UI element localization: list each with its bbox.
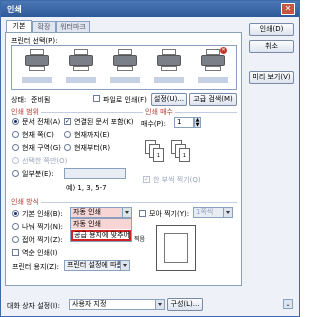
range-selected-radio[interactable] (12, 157, 19, 164)
range-up-to-current-radio[interactable] (64, 131, 71, 138)
tab-extended[interactable]: 확장 (32, 21, 56, 32)
collapse-chevron-icon[interactable]: ⌄ (283, 299, 293, 309)
printer-item[interactable] (110, 46, 140, 83)
advanced-search-button[interactable]: 고급 검색(M) (189, 93, 237, 106)
printer-item[interactable] (22, 46, 52, 83)
print-dialog: 인쇄 ✕ 기본 확장 워터마크 인쇄(D) 취소 미리 보기(V) 프린터 선택… (0, 0, 300, 317)
collate-checkbox[interactable]: ✓ (143, 176, 150, 183)
collate-label: 한 부씩 찍기(Q) (153, 176, 201, 184)
printer-list[interactable]: ✕ (11, 45, 237, 90)
dialog-settings-select[interactable]: 사용자 지정 (69, 299, 165, 310)
range-all-radio[interactable] (12, 118, 19, 125)
divider (11, 202, 237, 203)
print-range-title: 인쇄 범위 (11, 107, 41, 117)
include-linked-label: 연결된 문서 포함(K) (74, 118, 134, 126)
paper-select[interactable]: 프린터 설정에 따름 (64, 260, 130, 271)
include-linked-checkbox[interactable]: ✓ (64, 118, 71, 125)
reverse-print-checkbox[interactable] (12, 249, 19, 256)
range-section-radio[interactable] (12, 144, 19, 151)
range-partial-radio[interactable] (12, 170, 19, 177)
status-label: 상태: (11, 96, 27, 104)
fold-print-radio[interactable] (12, 236, 19, 243)
range-current-page-label: 현재 쪽(C) (22, 131, 54, 139)
chevron-down-icon (123, 264, 127, 267)
configure-button[interactable]: 구성(L)... (167, 298, 203, 311)
range-selected-label: 선택한 쪽만(O) (22, 157, 68, 165)
range-from-current-radio[interactable] (64, 144, 71, 151)
n-up-select[interactable]: 1쪽씩 (193, 207, 233, 218)
printer-item[interactable] (66, 46, 96, 83)
n-up-label: 모아 찍기(Y): (149, 210, 190, 218)
preview-button[interactable]: 미리 보기(V) (249, 71, 294, 84)
basic-print-value: 자동 인쇄 (73, 208, 101, 216)
paper-label: 프린터 용지(Z): (12, 263, 60, 271)
status-value: 준비됨 (31, 96, 51, 104)
dialog-settings-value: 사용자 지정 (72, 300, 107, 308)
range-section-label: 현재 구역(G) (22, 144, 61, 152)
copies-value: 1 (177, 118, 182, 126)
printer-item[interactable]: ✕ (198, 46, 228, 83)
cancel-button[interactable]: 취소 (249, 40, 294, 53)
dialog-settings-label: 대화 상자 설정(I): (7, 302, 60, 310)
collate-illustration: 3 2 1 3 2 1 (143, 132, 233, 168)
dropdown-option[interactable]: 자동 인쇄 (71, 219, 131, 229)
window-title: 인쇄 (7, 5, 22, 14)
copies-label: 매수(P): (141, 120, 166, 128)
copies-stepper[interactable]: ▲ ▼ (194, 117, 201, 128)
chevron-down-icon (125, 211, 129, 214)
chevron-down-icon (226, 211, 230, 214)
range-example: 예) 1, 3, 5-7 (66, 184, 107, 192)
dropdown-option-selected[interactable]: 공급 용지에 맞추어 (71, 230, 131, 241)
copies-title: 인쇄 매수 (143, 107, 175, 117)
fold-print-label: 접어 찍기(Z): (22, 236, 63, 244)
page-preview-sheet (164, 233, 188, 263)
n-up-checkbox[interactable] (139, 210, 146, 217)
basic-print-dropdown-list[interactable]: 자동 인쇄 공급 용지에 맞추어 (70, 218, 132, 242)
paper-value: 프린터 설정에 따름 (67, 261, 123, 269)
basic-print-radio[interactable] (12, 210, 19, 217)
range-up-to-current-label: 현재까지(E) (74, 131, 110, 139)
truncated-text: 찍음 (134, 236, 146, 243)
basic-print-select[interactable]: 자동 인쇄 (70, 207, 132, 218)
print-to-file-checkbox[interactable] (93, 95, 100, 102)
n-up-value: 1쪽씩 (196, 208, 214, 216)
settings-button[interactable]: 설정(U)... (151, 93, 187, 106)
title-bar: 인쇄 ✕ (1, 1, 299, 17)
split-print-radio[interactable] (12, 223, 19, 230)
basic-print-label: 기본 인쇄(B): (22, 210, 63, 218)
range-all-label: 문서 전체(A) (22, 118, 61, 126)
print-to-file-label: 파일로 인쇄(F) (103, 96, 147, 104)
basic-tab-content: 프린터 선택(P): ✕ 상태: 준비됨 파일로 인쇄(F) 설정(U)... … (5, 32, 242, 286)
close-button[interactable]: ✕ (281, 3, 295, 15)
reverse-print-label: 역순 인쇄(I) (22, 249, 58, 257)
page-range-input[interactable] (64, 168, 126, 179)
error-icon: ✕ (220, 47, 227, 54)
tab-watermark[interactable]: 워터마크 (56, 21, 90, 32)
copies-input[interactable]: 1 (174, 117, 194, 128)
page-preview (156, 225, 196, 271)
print-button[interactable]: 인쇄(D) (249, 23, 294, 36)
range-from-current-label: 현재부터(R) (74, 144, 111, 152)
printer-item[interactable] (154, 46, 184, 83)
chevron-down-icon (158, 303, 162, 306)
range-current-page-radio[interactable] (12, 131, 19, 138)
split-print-label: 나눠 찍기(N): (22, 223, 64, 231)
range-partial-label: 일부분(E): (22, 170, 54, 178)
dialog-body: 기본 확장 워터마크 인쇄(D) 취소 미리 보기(V) 프린터 선택(P): (1, 17, 299, 316)
print-method-title: 인쇄 방식 (11, 197, 41, 207)
